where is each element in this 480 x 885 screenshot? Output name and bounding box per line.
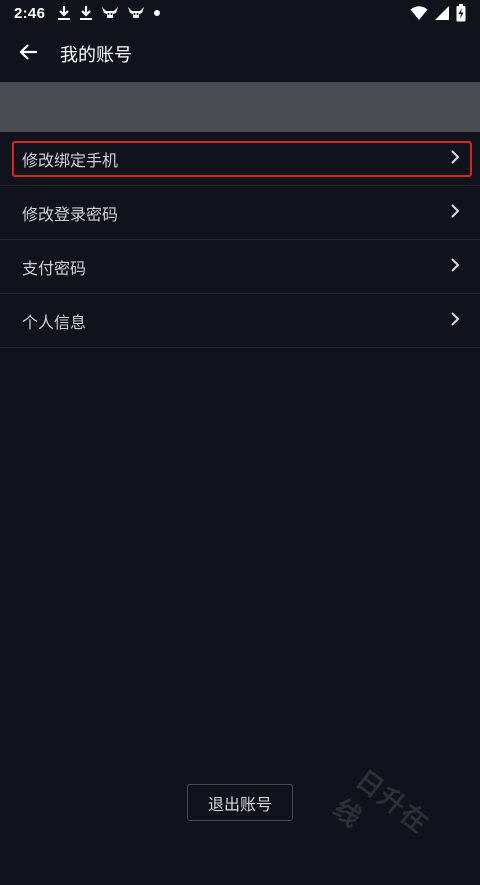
menu-item-personal-info[interactable]: 个人信息: [0, 294, 480, 348]
wifi-icon: [410, 5, 428, 25]
back-button[interactable]: [0, 26, 56, 82]
chevron-right-icon: [450, 203, 460, 223]
watermark: 日升在线: [327, 764, 435, 841]
arrow-left-icon: [18, 43, 38, 65]
menu-item-label: 个人信息: [22, 312, 87, 332]
chevron-right-icon: [450, 257, 460, 277]
app-header: 我的账号: [0, 26, 480, 82]
page-title: 我的账号: [60, 45, 132, 66]
status-time: 2:46: [14, 4, 46, 22]
highlight-box: [12, 141, 472, 177]
logout-button[interactable]: 退出账号: [187, 784, 293, 821]
menu-item-payment-password[interactable]: 支付密码: [0, 240, 480, 294]
menu-item-change-phone[interactable]: 修改绑定手机: [0, 132, 480, 186]
download-icon: [79, 5, 93, 21]
menu-item-label: 支付密码: [22, 258, 87, 278]
system-icons: [410, 4, 466, 26]
dot-icon: [153, 9, 161, 17]
chevron-right-icon: [450, 311, 460, 331]
notification-icons: [57, 5, 161, 21]
chevron-right-icon: [450, 149, 460, 169]
menu-item-change-login-password[interactable]: 修改登录密码: [0, 186, 480, 240]
signal-icon: [434, 5, 450, 25]
download-icon: [57, 5, 71, 21]
bull-icon: [127, 6, 145, 20]
banner: [0, 82, 480, 132]
battery-charging-icon: [456, 4, 466, 26]
bull-icon: [101, 6, 119, 20]
menu-list: 修改绑定手机 修改登录密码 支付密码 个人信息: [0, 132, 480, 348]
status-bar: 2:46: [0, 0, 480, 26]
menu-item-label: 修改登录密码: [22, 204, 119, 224]
